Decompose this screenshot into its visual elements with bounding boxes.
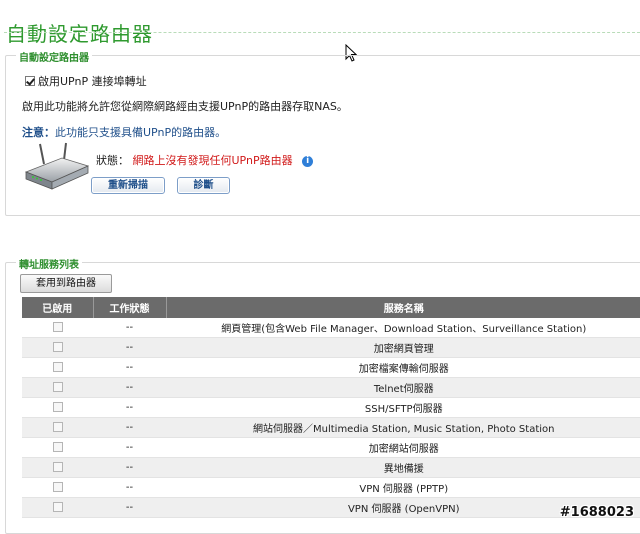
table-row: -- 異地備援	[22, 457, 640, 478]
table-row: -- VPN 伺服器 (PPTP)	[22, 477, 640, 498]
service-enable-checkbox[interactable]	[52, 422, 63, 432]
service-name: 加密網站伺服器	[166, 437, 640, 458]
table-row: -- SSH/SFTP伺服器	[22, 397, 640, 418]
service-enable-checkbox[interactable]	[52, 502, 63, 512]
service-enable-checkbox[interactable]	[52, 342, 63, 352]
service-enable-checkbox[interactable]	[52, 482, 63, 492]
enable-upnp-row[interactable]: 啟用UPnP 連接埠轉址	[22, 73, 147, 89]
service-enable-checkbox[interactable]	[52, 322, 63, 332]
note-text: 注意：此功能只支援具備UPnP的路由器。	[22, 124, 226, 140]
service-status: --	[93, 377, 166, 398]
service-name: VPN 伺服器 (PPTP)	[166, 477, 640, 498]
service-name: 異地備援	[166, 457, 640, 478]
service-status: --	[93, 477, 166, 498]
column-service-name: 服務名稱	[166, 297, 640, 318]
service-enable-checkbox[interactable]	[52, 402, 63, 412]
enable-upnp-label: 啟用UPnP 連接埠轉址	[38, 75, 147, 88]
table-row: -- 網頁管理(包含Web File Manager、Download Stat…	[22, 318, 640, 338]
service-name: 加密檔案傳輸伺服器	[166, 357, 640, 378]
router-icon	[24, 142, 90, 190]
service-enable-checkbox[interactable]	[52, 382, 63, 392]
service-status: --	[93, 318, 166, 338]
note-label: 注意：	[22, 126, 55, 139]
status-row: 狀態： 網路上沒有發現任何UPnP路由器 i	[96, 152, 314, 168]
enable-upnp-checkbox[interactable]	[25, 76, 35, 86]
diagnose-button[interactable]: 診斷	[177, 177, 230, 194]
note-body: 此功能只支援具備UPnP的路由器。	[55, 126, 227, 139]
service-status: --	[93, 437, 166, 458]
table-row: -- 加密檔案傳輸伺服器	[22, 357, 640, 378]
service-table: 已啟用 工作狀態 服務名稱 -- 網頁管理(包含Web File Manager…	[22, 297, 640, 518]
table-row: -- 加密網頁管理	[22, 337, 640, 358]
service-status: --	[93, 497, 166, 518]
service-group-legend: 轉址服務列表	[16, 256, 82, 271]
service-status: --	[93, 417, 166, 438]
service-enable-checkbox[interactable]	[52, 362, 63, 372]
service-name: 加密網頁管理	[166, 337, 640, 358]
service-enable-checkbox[interactable]	[52, 462, 63, 472]
status-value: 網路上沒有發現任何UPnP路由器	[132, 154, 293, 167]
table-row: -- 網站伺服器／Multimedia Station, Music Stati…	[22, 417, 640, 438]
service-status: --	[93, 337, 166, 358]
router-settings-group: 自動設定路由器 啟用UPnP 連接埠轉址 啟用此功能將允許您從網際網路經由支援U…	[5, 49, 640, 216]
rescan-button[interactable]: 重新掃描	[91, 177, 165, 194]
column-status: 工作狀態	[93, 297, 167, 318]
title-divider	[4, 32, 640, 33]
info-icon[interactable]: i	[302, 155, 314, 167]
service-name: SSH/SFTP伺服器	[166, 397, 640, 418]
apply-to-router-button[interactable]: 套用到路由器	[20, 274, 112, 293]
status-label: 狀態：	[96, 154, 129, 167]
service-status: --	[93, 397, 166, 418]
forwarding-service-group: 轉址服務列表 套用到路由器 已啟用 工作狀態 服務名稱 -- 網頁管理(包含We…	[5, 256, 640, 534]
service-name: Telnet伺服器	[166, 377, 640, 398]
service-status: --	[93, 357, 166, 378]
table-row: -- 加密網站伺服器	[22, 437, 640, 458]
watermark: #1688023	[559, 505, 634, 520]
table-row: -- VPN 伺服器 (OpenVPN)	[22, 497, 640, 518]
table-header-row: 已啟用 工作狀態 服務名稱	[22, 297, 640, 318]
service-name: 網站伺服器／Multimedia Station, Music Station,…	[166, 417, 640, 438]
service-status: --	[93, 457, 166, 478]
service-enable-checkbox[interactable]	[52, 442, 63, 452]
router-group-legend: 自動設定路由器	[16, 49, 92, 64]
column-enabled: 已啟用	[22, 297, 94, 318]
table-row: -- Telnet伺服器	[22, 377, 640, 398]
feature-description: 啟用此功能將允許您從網際網路經由支援UPnP的路由器存取NAS。	[22, 100, 348, 113]
service-name: 網頁管理(包含Web File Manager、Download Station…	[166, 318, 640, 338]
